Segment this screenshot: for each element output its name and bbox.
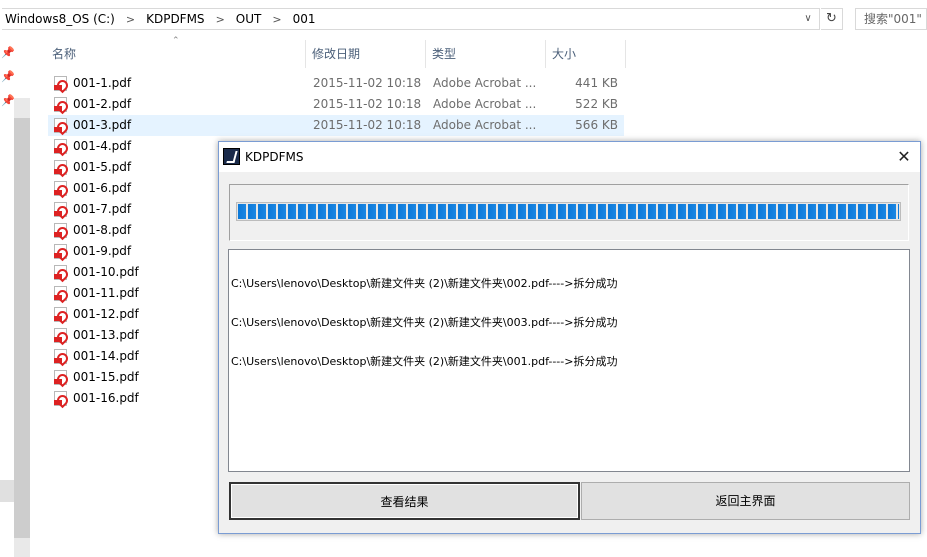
navigation-pane: 📌 📌 📌 — [0, 38, 30, 557]
app-icon — [223, 148, 240, 165]
pdf-file-icon — [54, 265, 67, 280]
file-row[interactable]: 001-1.pdf 2015-11-02 10:18 Adobe Acrobat .… — [48, 73, 624, 94]
log-line: C:\Users\lenovo\Desktop\新建文件夹 (2)\新建文件夹\… — [231, 355, 618, 368]
file-name: 001-14.pdf — [73, 349, 139, 363]
pin-icon[interactable]: 📌 — [1, 46, 15, 60]
file-name: 001-10.pdf — [73, 265, 139, 279]
search-input[interactable]: 搜索"001" — [855, 8, 927, 30]
file-row[interactable]: 001-2.pdf 2015-11-02 10:18 Adobe Acrobat .… — [48, 94, 624, 115]
file-name: 001-9.pdf — [73, 244, 132, 258]
pin-icon[interactable]: 📌 — [1, 70, 15, 84]
file-name: 001-13.pdf — [73, 328, 139, 342]
log-line: C:\Users\lenovo\Desktop\新建文件夹 (2)\新建文件夹\… — [231, 316, 618, 329]
file-name: 001-4.pdf — [73, 139, 132, 153]
breadcrumb-separator-icon[interactable]: > — [118, 13, 143, 26]
column-header-size[interactable]: 大小 — [546, 40, 624, 68]
pdf-file-icon — [54, 160, 67, 175]
pdf-file-icon — [54, 118, 67, 133]
view-results-button[interactable]: 查看结果 — [229, 482, 580, 520]
pdf-file-icon — [54, 97, 67, 112]
file-type: Adobe Acrobat ... — [433, 76, 537, 90]
pdf-file-icon — [54, 139, 67, 154]
pin-icon[interactable]: 📌 — [1, 94, 15, 108]
file-size: 441 KB — [575, 76, 618, 90]
pdf-file-icon — [54, 76, 67, 91]
file-size: 522 KB — [575, 97, 618, 111]
breadcrumb-item-001[interactable]: 001 — [290, 12, 319, 26]
progress-frame — [229, 184, 909, 241]
pdf-file-icon — [54, 307, 67, 322]
file-size: 566 KB — [575, 118, 618, 132]
close-icon[interactable]: ✕ — [888, 142, 920, 172]
breadcrumb-item-kdpdfms[interactable]: KDPDFMS — [143, 12, 207, 26]
address-bar: Windows8_OS (C:) > KDPDFMS > OUT > 001 ∨… — [0, 0, 927, 38]
dialog-title: KDPDFMS — [245, 150, 304, 164]
file-name: 001-15.pdf — [73, 370, 139, 384]
dialog-titlebar[interactable]: KDPDFMS ✕ — [219, 142, 920, 172]
progress-dialog: KDPDFMS ✕ C:\Users\lenovo\Desktop\新建文件夹 … — [218, 141, 921, 534]
refresh-icon[interactable]: ↻ — [821, 8, 843, 30]
log-line: C:\Users\lenovo\Desktop\新建文件夹 (2)\新建文件夹\… — [231, 277, 618, 290]
file-name: 001-16.pdf — [73, 391, 139, 405]
file-name: 001-7.pdf — [73, 202, 132, 216]
file-name: 001-3.pdf — [73, 118, 132, 132]
pdf-file-icon — [54, 349, 67, 364]
breadcrumb-item-drive[interactable]: Windows8_OS (C:) — [2, 12, 118, 26]
file-name: 001-6.pdf — [73, 181, 132, 195]
file-name: 001-2.pdf — [73, 97, 132, 111]
file-name: 001-1.pdf — [73, 76, 132, 90]
column-divider[interactable] — [625, 40, 626, 68]
file-date: 2015-11-02 10:18 — [313, 76, 422, 90]
file-name: 001-8.pdf — [73, 223, 132, 237]
file-type: Adobe Acrobat ... — [433, 118, 537, 132]
log-output[interactable]: C:\Users\lenovo\Desktop\新建文件夹 (2)\新建文件夹\… — [228, 249, 910, 472]
file-name: 001-11.pdf — [73, 286, 139, 300]
pdf-file-icon — [54, 391, 67, 406]
back-to-main-button[interactable]: 返回主界面 — [581, 482, 910, 520]
file-name: 001-5.pdf — [73, 160, 132, 174]
file-date: 2015-11-02 10:18 — [313, 118, 422, 132]
file-row[interactable]: 001-3.pdf 2015-11-02 10:18 Adobe Acrobat .… — [48, 115, 624, 136]
pdf-file-icon — [54, 244, 67, 259]
pdf-file-icon — [54, 202, 67, 217]
pdf-file-icon — [54, 328, 67, 343]
progress-bar — [236, 202, 901, 221]
breadcrumb-separator-icon[interactable]: > — [208, 13, 233, 26]
column-header-name[interactable]: 名称 — [46, 40, 304, 68]
breadcrumb[interactable]: Windows8_OS (C:) > KDPDFMS > OUT > 001 — [2, 8, 820, 30]
column-header-date[interactable]: 修改日期 — [306, 40, 424, 68]
progress-bar-fill — [238, 204, 899, 219]
column-header-type[interactable]: 类型 — [426, 40, 544, 68]
navigation-selected-item[interactable] — [0, 480, 14, 502]
pdf-file-icon — [54, 286, 67, 301]
file-type: Adobe Acrobat ... — [433, 97, 537, 111]
navigation-scrollbar-thumb[interactable] — [14, 118, 30, 538]
breadcrumb-item-out[interactable]: OUT — [233, 12, 265, 26]
file-name: 001-12.pdf — [73, 307, 139, 321]
file-date: 2015-11-02 10:18 — [313, 97, 422, 111]
pdf-file-icon — [54, 223, 67, 238]
chevron-down-icon[interactable]: ∨ — [800, 11, 816, 27]
pdf-file-icon — [54, 370, 67, 385]
breadcrumb-separator-icon[interactable]: > — [264, 13, 289, 26]
pdf-file-icon — [54, 181, 67, 196]
